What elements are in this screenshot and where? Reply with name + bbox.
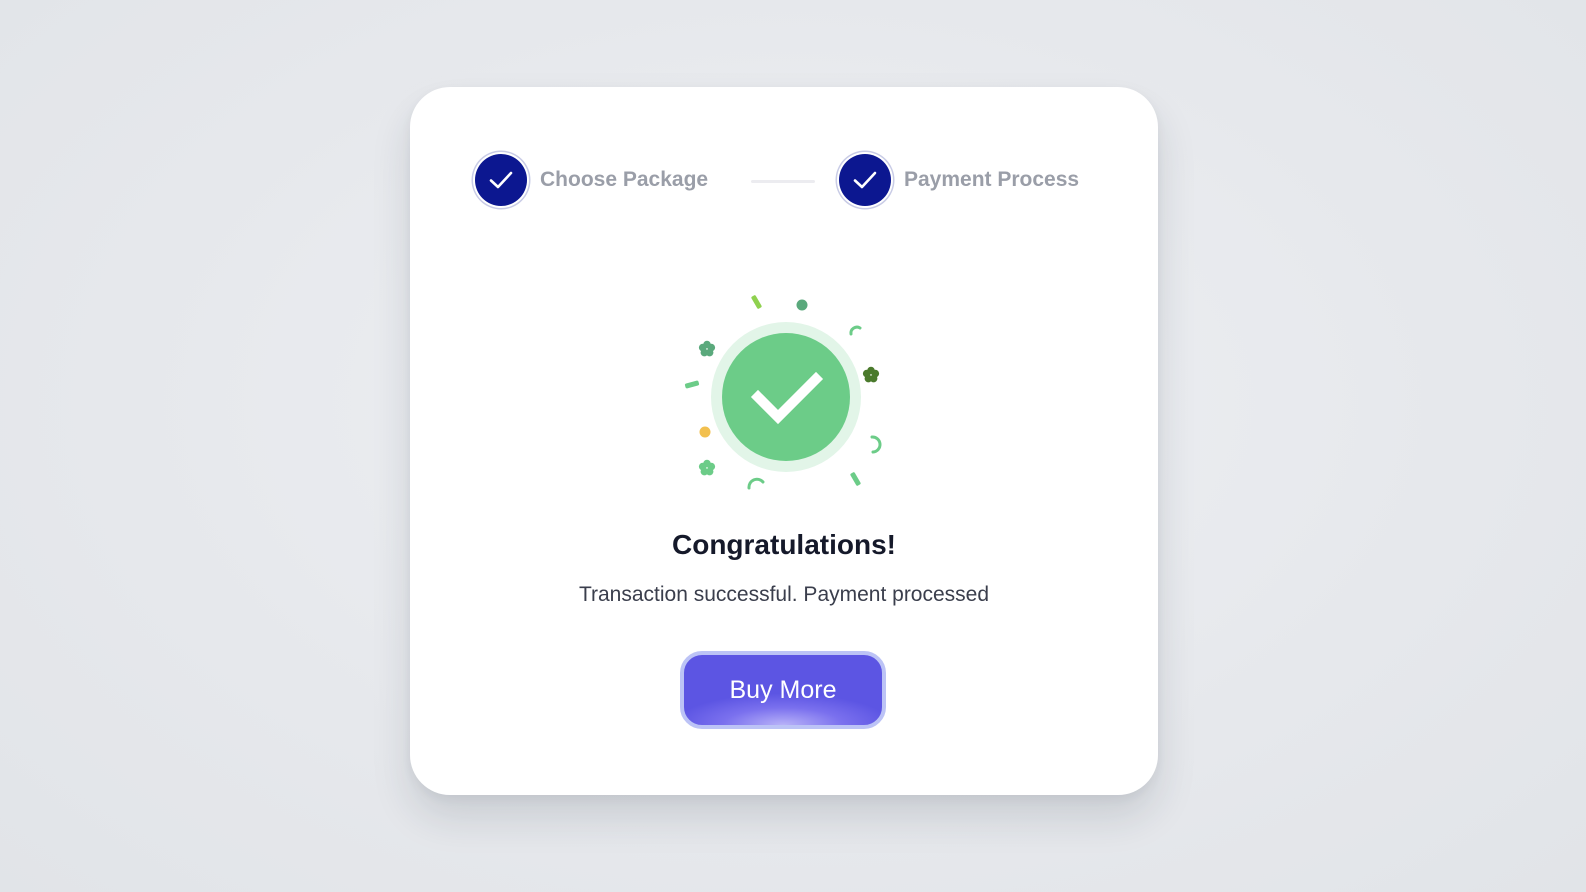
step-complete-badge [839, 154, 891, 206]
payment-success-card: Choose Package Payment Process Congratul… [410, 87, 1158, 795]
step-payment-process: Payment Process [839, 152, 1079, 208]
success-title: Congratulations! [672, 529, 896, 560]
step-connector [751, 180, 815, 183]
check-icon [853, 171, 877, 189]
success-check-badge [722, 333, 850, 461]
step-complete-badge [475, 154, 527, 206]
check-icon [489, 171, 513, 189]
step-choose-package: Choose Package [475, 152, 708, 208]
buy-more-button[interactable]: Buy More [680, 651, 886, 729]
success-illustration [684, 295, 882, 490]
step-label: Payment Process [904, 168, 1080, 191]
success-message: Transaction successful. Payment processe… [578, 583, 990, 606]
step-label: Choose Package [540, 168, 709, 191]
